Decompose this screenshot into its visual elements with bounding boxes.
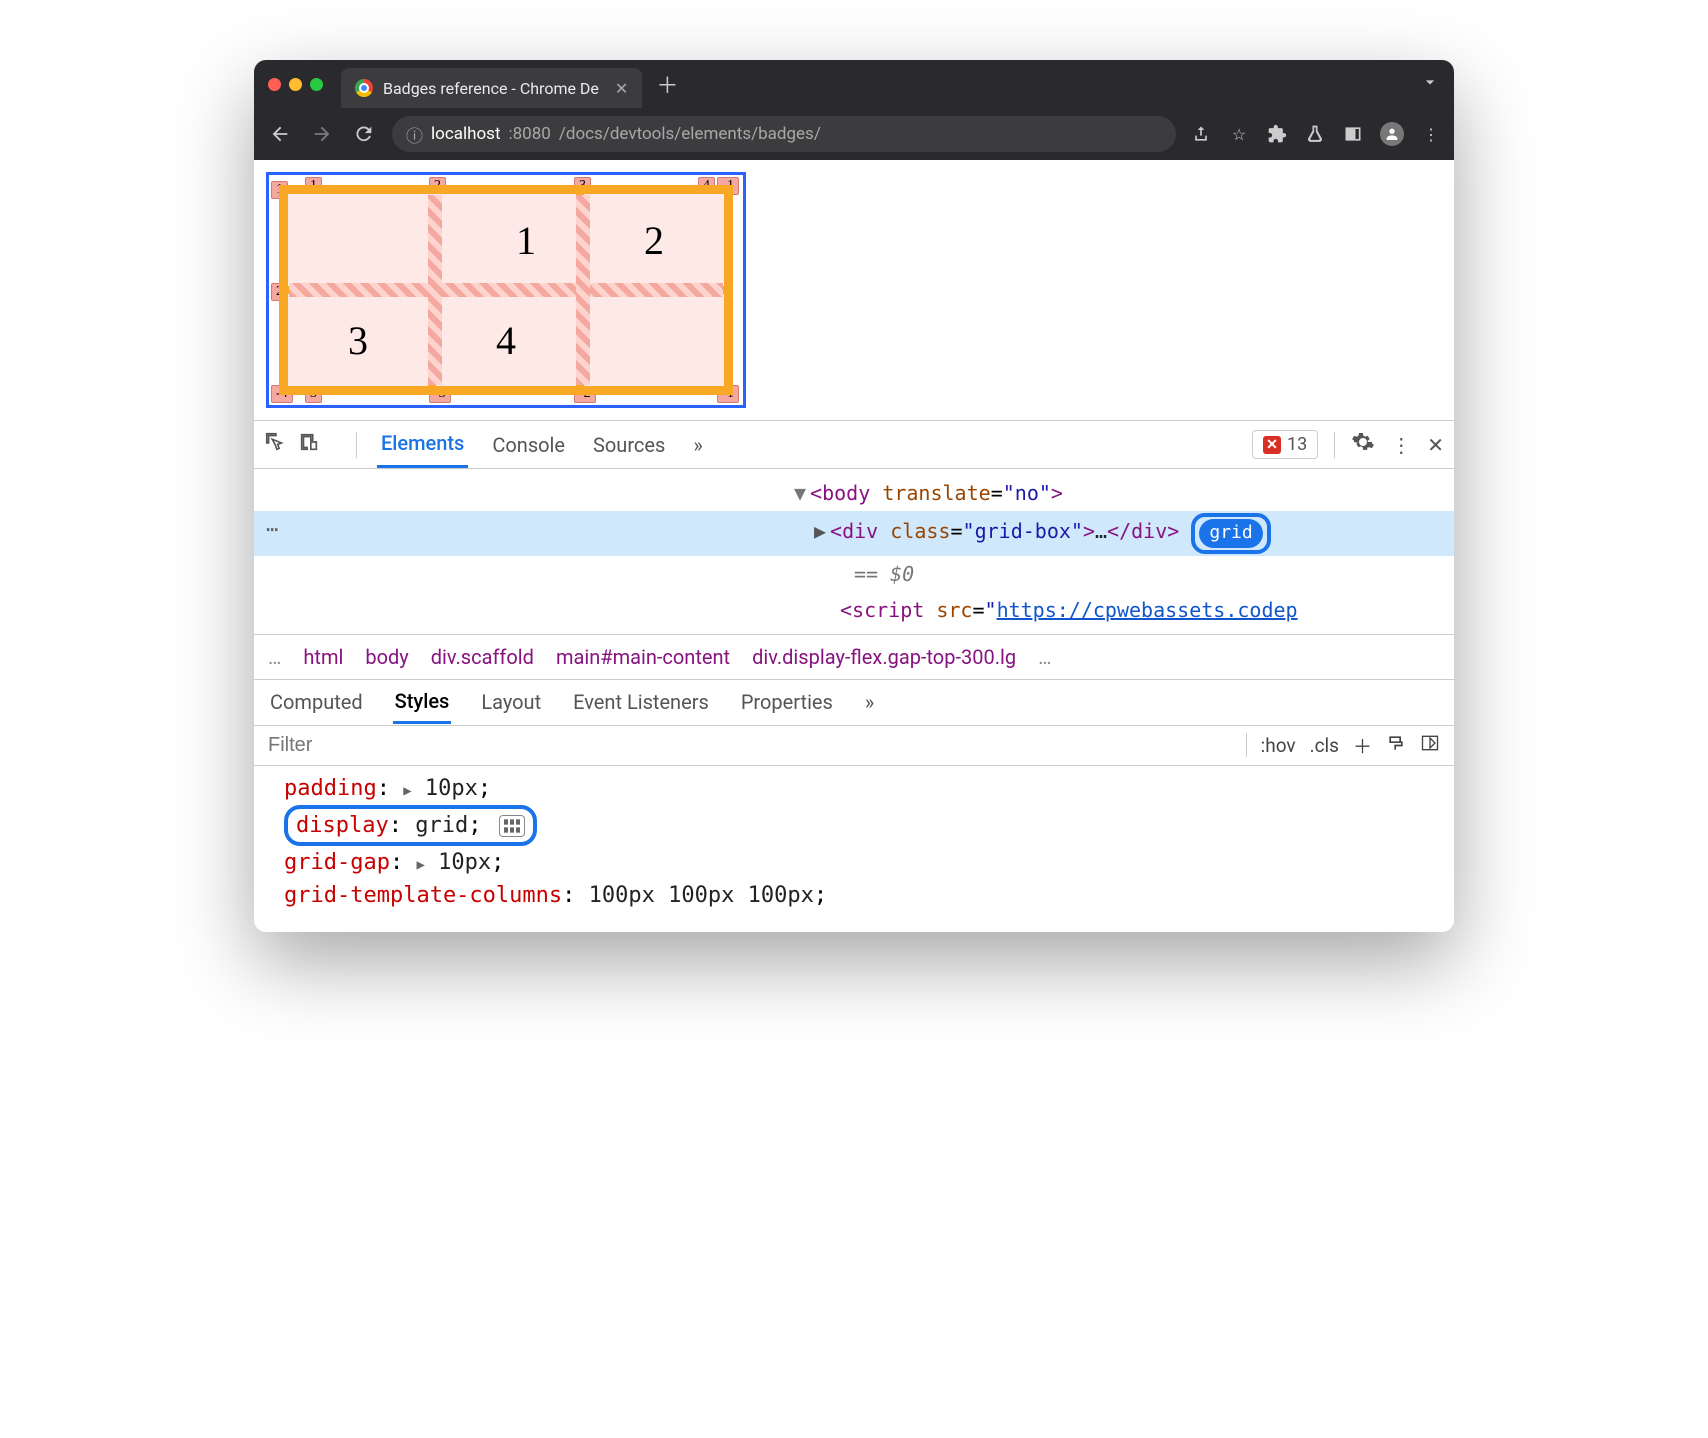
breadcrumb-item[interactable]: html	[303, 645, 343, 669]
tab-console[interactable]: Console	[488, 423, 569, 467]
dom-node-body[interactable]: ▼<body translate="no">	[254, 475, 1454, 511]
tab-close-icon[interactable]: ✕	[615, 79, 628, 98]
breadcrumb-item[interactable]: div.display-flex.gap-top-300.lg	[752, 645, 1016, 669]
styles-filter-tools: :hov .cls ＋	[1232, 732, 1454, 759]
devtools-panel: Elements Console Sources » ✕ 13 ⋮ ✕ ▼<bo…	[254, 420, 1454, 932]
breadcrumb-overflow-left[interactable]: …	[268, 645, 281, 669]
window-close-button[interactable]	[268, 78, 281, 91]
css-declaration-display[interactable]: display: grid;	[284, 805, 1434, 846]
error-count-badge[interactable]: ✕ 13	[1252, 430, 1318, 459]
devtools-tools	[264, 431, 320, 458]
chrome-icon	[355, 79, 373, 97]
grid-cell	[580, 290, 728, 390]
extensions-icon[interactable]	[1266, 123, 1288, 145]
dom-tree[interactable]: ▼<body translate="no"> ▶<div class="grid…	[254, 469, 1454, 634]
new-rule-button[interactable]: ＋	[1353, 732, 1372, 759]
devtools-menu-icon[interactable]: ⋮	[1391, 433, 1411, 457]
profile-avatar[interactable]	[1380, 122, 1404, 146]
breadcrumb-item[interactable]: body	[365, 645, 408, 669]
page-viewport: 1 1 2 3 4 -1 2 -4 3 -3 -2 -1 1 2 3 4	[254, 160, 1454, 420]
breadcrumb-item[interactable]: div.scaffold	[431, 645, 534, 669]
hov-toggle[interactable]: :hov	[1261, 734, 1296, 757]
css-declaration[interactable]: grid-template-columns: 100px 100px 100px…	[284, 879, 1434, 912]
dom-node-div-gridbox[interactable]: ▶<div class="grid-box">…</div> grid	[254, 511, 1454, 556]
side-panel-icon[interactable]	[1342, 123, 1364, 145]
css-declaration[interactable]: grid-gap: ▶ 10px;	[284, 846, 1434, 879]
styles-filter-row: :hov .cls ＋	[254, 726, 1454, 766]
device-toggle-icon[interactable]	[298, 431, 320, 458]
new-tab-button[interactable]: ＋	[656, 68, 678, 100]
url-port: :8080	[509, 124, 551, 144]
toolbar-icons: ☆ ⋮	[1190, 122, 1442, 146]
title-bar: Badges reference - Chrome De ✕ ＋	[254, 60, 1454, 108]
url-host: localhost	[431, 124, 501, 144]
labs-icon[interactable]	[1304, 123, 1326, 145]
menu-icon[interactable]: ⋮	[1420, 123, 1442, 145]
styles-filter-input[interactable]	[254, 726, 1232, 765]
subtab-layout[interactable]: Layout	[479, 682, 543, 722]
grid-gap-overlay	[428, 195, 442, 385]
url-path: /docs/devtools/elements/badges/	[559, 124, 821, 144]
inspect-icon[interactable]	[264, 431, 286, 458]
window-maximize-button[interactable]	[310, 78, 323, 91]
dom-node-script[interactable]: <script src="https://cpwebassets.codep	[254, 592, 1454, 628]
site-info-icon[interactable]: ⓘ	[406, 122, 423, 147]
devtools-tabbar: Elements Console Sources » ✕ 13 ⋮ ✕	[254, 421, 1454, 469]
breadcrumb-item[interactable]: main#main-content	[556, 645, 730, 669]
computed-panel-toggle-icon[interactable]	[1420, 733, 1440, 758]
cls-toggle[interactable]: .cls	[1310, 734, 1339, 757]
grid-editor-icon[interactable]	[499, 815, 525, 837]
grid-cell: 4	[432, 290, 580, 390]
breadcrumb-overflow-right[interactable]: …	[1038, 645, 1051, 669]
styles-subtabs: Computed Styles Layout Event Listeners P…	[254, 680, 1454, 726]
subtab-event-listeners[interactable]: Event Listeners	[571, 682, 711, 722]
tabs-overflow-button[interactable]: »	[689, 423, 706, 467]
subtab-computed[interactable]: Computed	[268, 682, 365, 722]
bookmark-icon[interactable]: ☆	[1228, 123, 1250, 145]
window-minimize-button[interactable]	[289, 78, 302, 91]
traffic-lights	[268, 78, 323, 91]
url-bar: ⓘ localhost :8080/docs/devtools/elements/…	[254, 108, 1454, 160]
subtab-styles[interactable]: Styles	[393, 681, 452, 724]
browser-window: Badges reference - Chrome De ✕ ＋ ⓘ local…	[254, 60, 1454, 932]
address-bar[interactable]: ⓘ localhost :8080/docs/devtools/elements/…	[392, 116, 1176, 152]
browser-tab[interactable]: Badges reference - Chrome De ✕	[341, 68, 642, 108]
css-declaration[interactable]: padding: ▶ 10px;	[284, 772, 1434, 805]
forward-button[interactable]	[308, 123, 336, 145]
tab-title: Badges reference - Chrome De	[383, 79, 599, 98]
grid-gap-overlay	[289, 283, 723, 297]
back-button[interactable]	[266, 123, 294, 145]
grid-cell: 2	[580, 190, 728, 290]
grid-overlay-preview: 1 1 2 3 4 -1 2 -4 3 -3 -2 -1 1 2 3 4	[266, 172, 746, 408]
devtools-close-icon[interactable]: ✕	[1427, 433, 1444, 457]
grid-gap-overlay	[576, 195, 590, 385]
css-rules-pane[interactable]: padding: ▶ 10px; display: grid; grid-gap…	[254, 766, 1454, 932]
grid-inner: 1 2 3 4	[279, 185, 733, 395]
display-grid-highlight: display: grid;	[284, 805, 537, 846]
grid-badge[interactable]: grid	[1191, 513, 1270, 554]
reload-button[interactable]	[350, 123, 378, 145]
settings-icon[interactable]	[1351, 430, 1375, 459]
subtabs-overflow-button[interactable]: »	[863, 682, 876, 722]
tabs-overflow-icon[interactable]	[1420, 72, 1440, 96]
dom-breadcrumb[interactable]: … html body div.scaffold main#main-conte…	[254, 634, 1454, 680]
grid-cell: 3	[284, 290, 432, 390]
subtab-properties[interactable]: Properties	[739, 682, 835, 722]
paint-icon[interactable]	[1386, 733, 1406, 758]
dom-selected-reference: == $0	[254, 556, 1454, 592]
error-icon: ✕	[1263, 436, 1281, 454]
share-icon[interactable]	[1190, 123, 1212, 145]
tab-elements[interactable]: Elements	[377, 421, 468, 468]
tab-sources[interactable]: Sources	[589, 423, 669, 467]
